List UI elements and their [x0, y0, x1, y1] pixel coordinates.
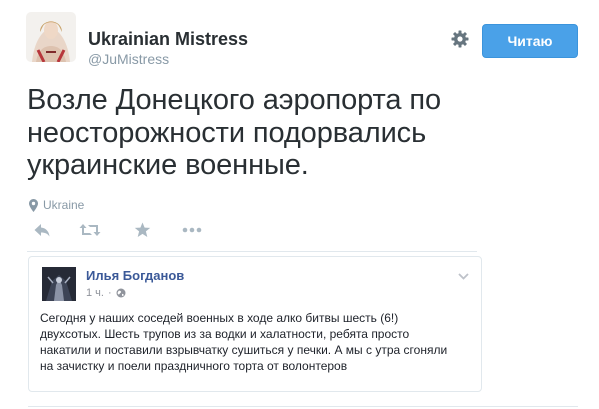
location-label: Ukraine: [43, 198, 85, 212]
author-avatar[interactable]: [26, 12, 76, 62]
embedded-post-card[interactable]: Илья Богданов 1 ч. · Сегодня у наших сос…: [28, 256, 482, 392]
globe-icon: [116, 288, 126, 298]
reply-icon[interactable]: [33, 222, 51, 243]
tweet-text: Возле Донецкого аэропорта по неосторожно…: [27, 84, 442, 181]
follow-button[interactable]: Читаю: [482, 24, 578, 58]
chevron-down-icon[interactable]: [458, 267, 469, 285]
bottom-divider: [28, 406, 578, 407]
tweet-location[interactable]: Ukraine: [29, 198, 84, 212]
retweet-icon[interactable]: [79, 222, 101, 243]
favorite-icon[interactable]: [134, 222, 151, 243]
author-name[interactable]: Ukrainian Mistress: [88, 29, 248, 50]
author-handle[interactable]: @JuMistress: [88, 51, 169, 67]
embedded-post-author[interactable]: Илья Богданов: [86, 268, 184, 283]
embedded-post-meta: 1 ч. ·: [86, 287, 126, 299]
embedded-post-avatar[interactable]: [42, 267, 76, 301]
embedded-post-text: Сегодня у наших соседей военных в ходе а…: [40, 311, 448, 373]
divider: [27, 251, 477, 252]
meta-separator: ·: [107, 287, 112, 299]
gear-icon[interactable]: [450, 29, 470, 49]
more-icon[interactable]: [182, 222, 202, 243]
embedded-post-time[interactable]: 1 ч.: [86, 287, 104, 299]
map-pin-icon: [29, 198, 38, 212]
